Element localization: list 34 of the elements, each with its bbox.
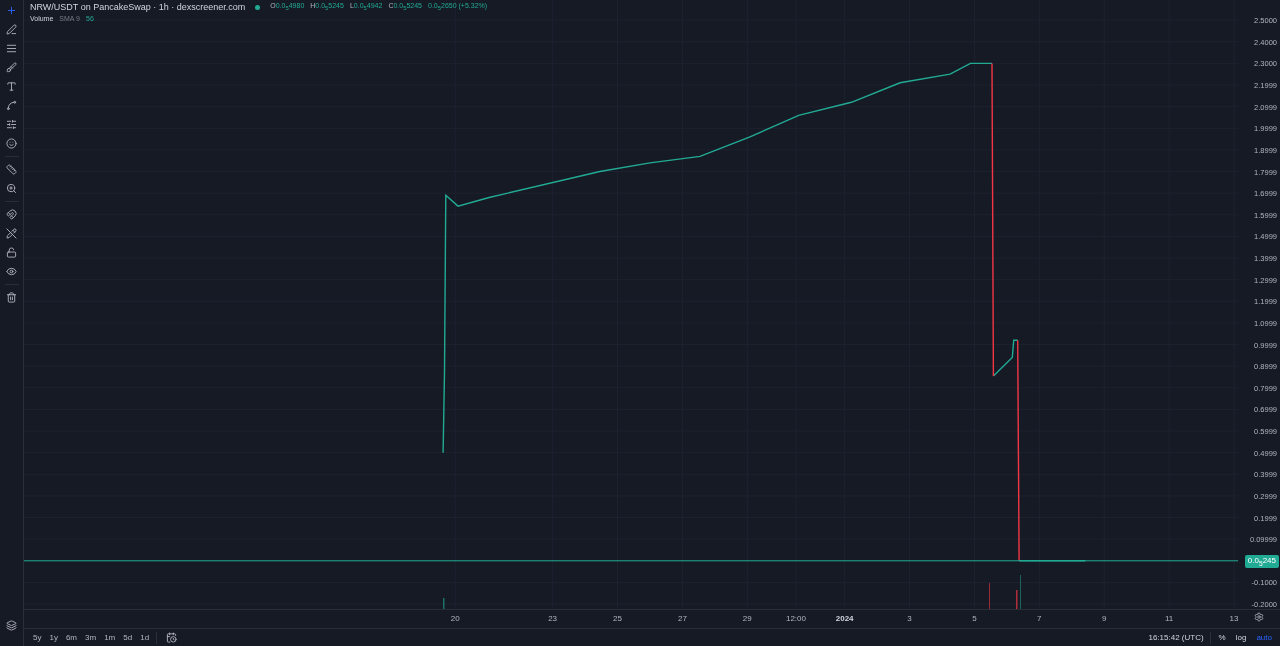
time-axis-label: 12:00 [785,614,806,623]
time-axis-label: 11 [1165,614,1174,623]
ruler-icon[interactable] [3,163,20,176]
time-axis-label: 25 [613,614,622,623]
range-button[interactable]: 3m [84,633,98,642]
clock-time: 16:15:42 (UTC) [1148,633,1204,642]
time-axis-label: 13 [1229,614,1239,623]
magnet-icon[interactable] [3,208,20,221]
scale-toggle[interactable]: % [1216,633,1228,642]
brush-icon[interactable] [3,61,20,74]
price-tag: 0.0$_{5}$245 [1244,555,1279,568]
scale-toggle[interactable]: auto [1254,633,1274,642]
time-axis-label: 23 [548,614,558,623]
time-axis-label: 29 [742,614,752,623]
chart-title: NRW/USDT on PancakeSwap · 1h · dexscreener.com [30,2,246,12]
scale-toggle[interactable]: log [1233,633,1249,642]
time-axis-label: 3 [907,614,912,623]
time-axis-label: 5 [972,614,977,623]
layers-icon[interactable] [3,619,20,632]
time-axis-label: 7 [1037,614,1042,623]
settings-icon[interactable] [1254,612,1264,622]
time-axis-label: 20 [450,614,460,623]
range-button[interactable]: 1y [48,633,59,642]
range-button[interactable]: 5d [122,633,134,642]
smile-icon[interactable] [3,137,20,150]
range-button[interactable]: 6m [64,633,79,642]
range-button[interactable]: 1d [139,633,151,642]
time-axis-label: 27 [677,614,687,623]
eye-icon[interactable] [3,265,20,278]
time-axis-label: 9 [1102,614,1107,623]
status-dot-icon [255,4,261,10]
range-button[interactable]: 5y [32,633,43,642]
range-button[interactable]: 1m [103,633,117,642]
time-axis-label: 2024 [835,614,854,623]
